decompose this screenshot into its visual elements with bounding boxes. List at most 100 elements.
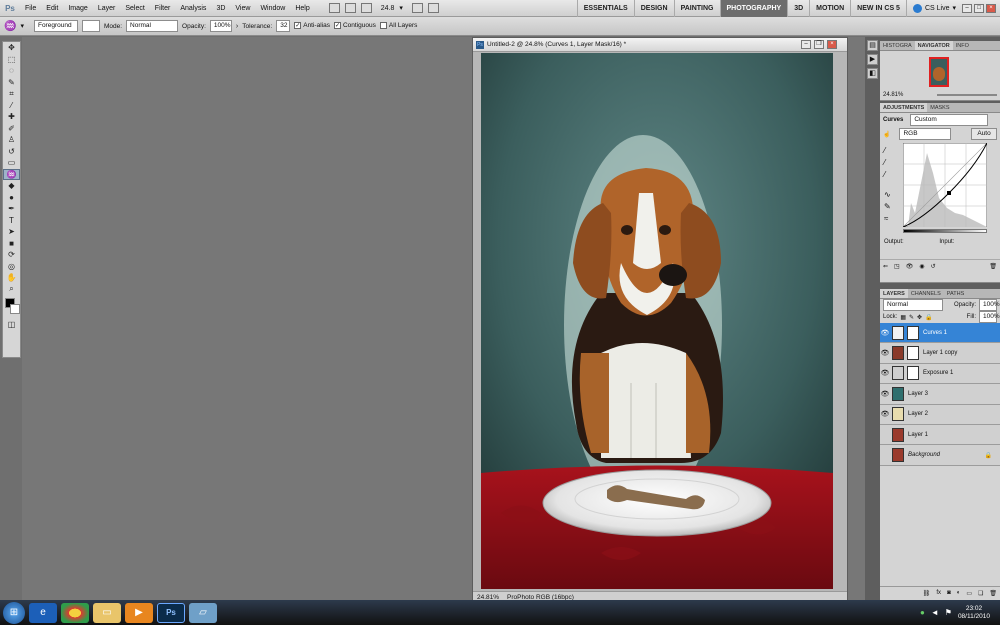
tab-layers[interactable]: LAYERS	[880, 289, 908, 298]
navigator-zoom-slider[interactable]	[937, 94, 997, 96]
bridge-icon[interactable]	[328, 3, 340, 13]
menu-edit[interactable]: Edit	[41, 0, 63, 17]
history-brush-tool-icon[interactable]: ↺	[3, 146, 20, 158]
navigator-zoom[interactable]: 24.81%	[883, 92, 903, 98]
hand-tool-icon[interactable]: ✋	[3, 272, 20, 284]
3d-rotate-tool-icon[interactable]: ⟳	[3, 249, 20, 261]
eyedropper-tool-icon[interactable]: ⁄	[3, 100, 20, 112]
reset-icon[interactable]: ↺	[931, 263, 936, 270]
layer-row[interactable]: 👁 Layer 1 copy	[880, 343, 1000, 364]
screen-mode-icon[interactable]	[427, 3, 439, 13]
lock-image-icon[interactable]: ✎	[909, 314, 914, 321]
eye-icon[interactable]: 👁	[880, 369, 890, 377]
workspace-new-in-cs-5[interactable]: NEW IN CS 5	[850, 0, 906, 17]
layer-opacity-field[interactable]: 100%	[979, 299, 1000, 311]
curve-point-icon[interactable]: ∿	[884, 189, 891, 201]
lock-all-icon[interactable]: 🔒	[925, 314, 932, 321]
menu-select[interactable]: Select	[120, 0, 149, 17]
tab-histogra[interactable]: HISTOGRA	[880, 41, 915, 50]
menu-analysis[interactable]: Analysis	[175, 0, 211, 17]
link-layers-icon[interactable]: ⛓	[923, 590, 931, 597]
3d-orbit-tool-icon[interactable]: ◎	[3, 261, 20, 273]
lock-position-icon[interactable]: ✥	[917, 314, 922, 321]
workspace-photography[interactable]: PHOTOGRAPHY	[719, 0, 788, 17]
close-button[interactable]: ×	[986, 3, 996, 13]
lasso-tool-icon[interactable]: ◌	[3, 65, 20, 77]
lock-transparency-icon[interactable]: ▦	[900, 314, 906, 321]
zoom-tool-icon[interactable]: ⌕	[3, 284, 20, 296]
tab-masks[interactable]: MASKS	[927, 103, 952, 112]
all-layers-checkbox[interactable]: All Layers	[379, 22, 417, 30]
tab-info[interactable]: INFO	[953, 41, 972, 50]
chevron-down-icon[interactable]: ▾	[399, 4, 403, 12]
pattern-picker[interactable]	[81, 20, 100, 32]
channel-select[interactable]: RGB	[899, 128, 952, 140]
volume-icon[interactable]: ◄	[931, 608, 939, 617]
doc-restore-button[interactable]: ❐	[814, 40, 824, 49]
move-tool-icon[interactable]: ✥	[3, 42, 20, 54]
blur-tool-icon[interactable]: ◆	[3, 180, 20, 192]
tab-navigator[interactable]: NAVIGATOR	[914, 41, 953, 50]
folder-icon[interactable]: ▭	[93, 602, 121, 623]
paint-bucket-tool-icon[interactable]: ♒	[3, 168, 20, 180]
blend-mode-select[interactable]: Normal	[883, 299, 943, 311]
ie-icon[interactable]: e	[29, 602, 57, 623]
new-adjustment-icon[interactable]: ◐	[957, 590, 961, 596]
arrange-documents-icon[interactable]	[411, 3, 423, 13]
new-layer-icon[interactable]: ❏	[978, 590, 983, 597]
menu-window[interactable]: Window	[255, 0, 290, 17]
flag-icon[interactable]: ⚑	[945, 608, 952, 617]
menu-file[interactable]: File	[20, 0, 41, 17]
layer-row[interactable]: Background 🔒	[880, 445, 1000, 466]
black-point-eyedropper-icon[interactable]: ⁄	[884, 145, 891, 157]
zoom-level-field[interactable]: 24.8	[381, 5, 395, 12]
quick-selection-tool-icon[interactable]: ✎	[3, 77, 20, 89]
layer-mask-thumbnail[interactable]	[907, 325, 919, 340]
menu-filter[interactable]: Filter	[150, 0, 176, 17]
trash-icon[interactable]: 🗑	[989, 263, 997, 270]
antialias-checkbox[interactable]: ✓ Anti-alias	[294, 22, 330, 30]
path-selection-tool-icon[interactable]: ➤	[3, 226, 20, 238]
maximize-button[interactable]: □	[974, 3, 984, 13]
workspace-motion[interactable]: MOTION	[809, 0, 850, 17]
document-title-bar[interactable]: Ps Untitled-2 @ 24.8% (Curves 1, Layer M…	[473, 38, 847, 52]
layer-row[interactable]: 👁 Layer 3	[880, 384, 1000, 405]
contiguous-checkbox[interactable]: ✓ Contiguous	[333, 22, 376, 30]
clock[interactable]: 23:02 08/11/2010	[958, 605, 990, 621]
visibility-icon[interactable]: 👁	[906, 263, 914, 270]
return-icon[interactable]: ⇐	[883, 263, 888, 270]
layer-mask-thumbnail[interactable]	[907, 366, 919, 381]
mode-select[interactable]: Normal	[126, 20, 179, 32]
chevron-down-icon[interactable]: ▾	[20, 22, 24, 30]
clone-stamp-tool-icon[interactable]: ♙	[3, 134, 20, 146]
eye-icon[interactable]: 👁	[880, 390, 890, 398]
marquee-tool-icon[interactable]: ⬚	[3, 54, 20, 66]
doc-minimize-button[interactable]: –	[801, 40, 811, 49]
menu-view[interactable]: View	[230, 0, 255, 17]
layer-row[interactable]: 👁 Curves 1	[880, 323, 1000, 344]
network-icon[interactable]: ●	[920, 608, 925, 617]
opacity-field[interactable]: 100%	[209, 20, 232, 32]
auto-button[interactable]: Auto	[971, 128, 997, 140]
layer-row[interactable]: 👁 Exposure 1	[880, 363, 1000, 385]
menu-help[interactable]: Help	[290, 0, 314, 17]
paint-bucket-icon[interactable]: ♒	[4, 21, 16, 32]
preset-select[interactable]: Custom	[910, 114, 989, 126]
media-icon[interactable]: ▶	[125, 602, 153, 623]
targeted-adjustment-icon[interactable]: ☝	[883, 131, 890, 138]
eraser-tool-icon[interactable]: ▭	[3, 157, 20, 169]
navigator-view-box[interactable]	[929, 57, 949, 87]
pencil-icon[interactable]: ✎	[884, 201, 891, 213]
fill-field[interactable]: 100%	[979, 311, 1000, 323]
document-image[interactable]	[481, 53, 833, 589]
layer-row[interactable]: 👁 Layer 2	[880, 404, 1000, 425]
workspace-essentials[interactable]: ESSENTIALS	[576, 0, 634, 17]
workspace-design[interactable]: DESIGN	[633, 0, 674, 17]
cs-live-button[interactable]: CS Live ▾	[905, 0, 962, 17]
windows-start-icon[interactable]: ⊞	[3, 601, 25, 624]
brush-tool-icon[interactable]: ✐	[3, 123, 20, 135]
add-mask-icon[interactable]: ◙	[947, 590, 951, 596]
tolerance-field[interactable]: 32	[276, 20, 291, 32]
pen-tool-icon[interactable]: ✒	[3, 203, 20, 215]
type-tool-icon[interactable]: T	[3, 215, 20, 227]
